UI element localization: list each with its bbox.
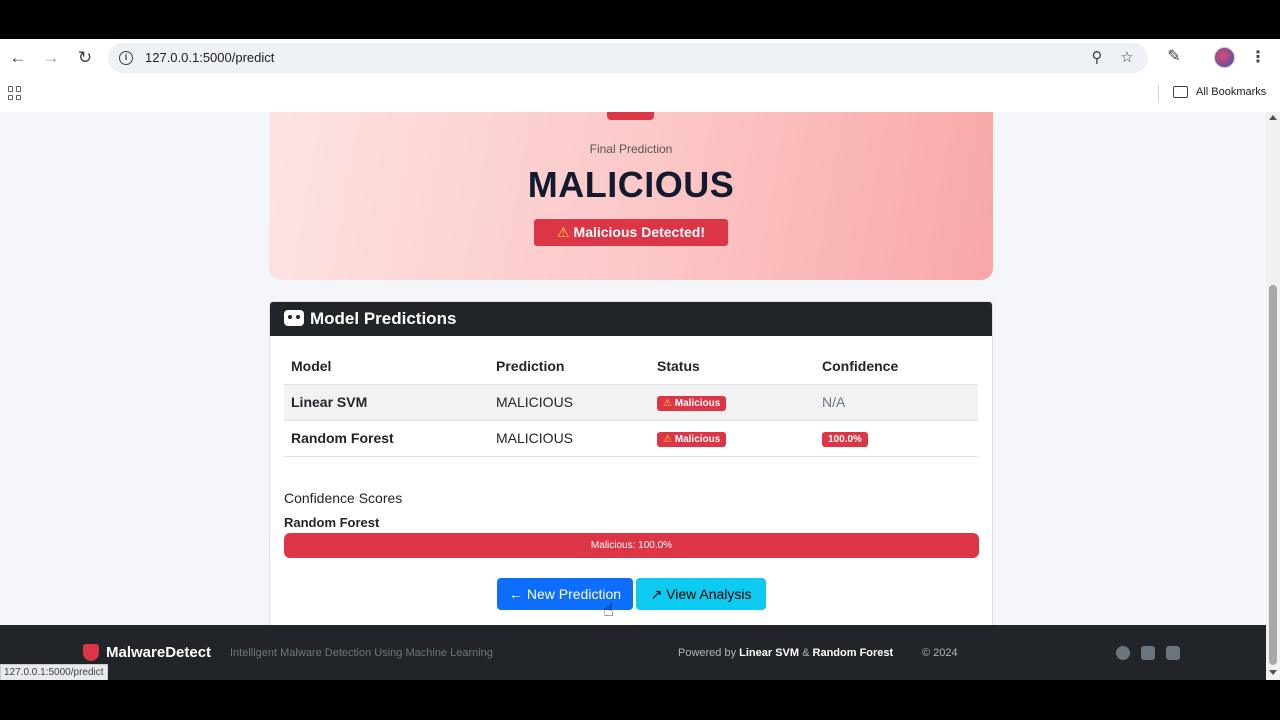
all-bookmarks-label[interactable]: All Bookmarks bbox=[1196, 86, 1266, 98]
twitter-icon[interactable] bbox=[1141, 646, 1155, 660]
address-row: ← → ↻ i 127.0.0.1:5000/predict ⚲ ☆ ✎ ⋮ bbox=[0, 39, 1280, 77]
powered-by-text: Powered by Linear SVM & Random Forest bbox=[678, 647, 893, 659]
arrow-left-icon: ← bbox=[508, 586, 523, 602]
confidence-badge: 100.0% bbox=[822, 432, 868, 447]
column-header-confidence: Confidence bbox=[815, 349, 978, 385]
screen-bottom-border bbox=[0, 680, 1280, 720]
shield-icon bbox=[607, 112, 654, 120]
status-text: Malicious bbox=[674, 398, 721, 409]
shield-icon bbox=[83, 644, 99, 661]
card-header: Model Predictions bbox=[270, 302, 992, 336]
progress-fill: Malicious: 100.0% bbox=[284, 533, 979, 558]
model-name: Linear SVM bbox=[284, 384, 489, 421]
model-prediction: MALICIOUS bbox=[489, 420, 650, 457]
scroll-thumb[interactable] bbox=[1269, 285, 1277, 665]
status-cell: ⚠ Malicious bbox=[650, 384, 815, 421]
bookmarks-bar: All Bookmarks bbox=[0, 77, 1280, 112]
back-arrow-icon[interactable]: ← bbox=[8, 48, 28, 68]
confidence-value: N/A bbox=[815, 384, 978, 421]
status-badge: ⚠ Malicious bbox=[657, 432, 727, 447]
folder-icon[interactable] bbox=[1173, 86, 1188, 98]
column-header-prediction: Prediction bbox=[489, 349, 650, 385]
address-bar[interactable]: i 127.0.0.1:5000/predict ⚲ ☆ bbox=[108, 43, 1148, 73]
confidence-progress-bar: Malicious: 100.0% bbox=[284, 533, 979, 558]
table-row: Random Forest MALICIOUS ⚠ Malicious 100.… bbox=[284, 420, 978, 457]
status-badge: ⚠ Malicious bbox=[657, 396, 727, 411]
confidence-model-label: Random Forest bbox=[284, 515, 380, 530]
browser-chrome: ← → ↻ i 127.0.0.1:5000/predict ⚲ ☆ ✎ ⋮ A… bbox=[0, 39, 1280, 112]
malicious-alert-badge: ⚠ Malicious Detected! bbox=[534, 219, 728, 246]
github-icon[interactable] bbox=[1116, 646, 1130, 660]
model-prediction: MALICIOUS bbox=[489, 384, 650, 421]
confidence-scores-title: Confidence Scores bbox=[284, 490, 403, 506]
reload-icon[interactable]: ↻ bbox=[75, 48, 95, 68]
table-row: Linear SVM MALICIOUS ⚠ Malicious N/A bbox=[284, 384, 978, 421]
view-analysis-button[interactable]: ↗ View Analysis bbox=[636, 578, 766, 610]
apps-icon[interactable] bbox=[8, 86, 22, 100]
menu-icon[interactable]: ⋮ bbox=[1250, 48, 1266, 68]
footer-brand[interactable]: MalwareDetect bbox=[106, 644, 211, 661]
star-icon[interactable]: ☆ bbox=[1118, 49, 1136, 67]
chart-line-icon: ↗ bbox=[650, 586, 663, 602]
page-scrollbar[interactable] bbox=[1266, 112, 1280, 680]
zoom-icon[interactable]: ⚲ bbox=[1088, 49, 1106, 67]
forward-arrow-icon[interactable]: → bbox=[41, 48, 61, 68]
page-viewport: Final Prediction MALICIOUS ⚠ Malicious De… bbox=[0, 112, 1266, 680]
predictions-table: Model Prediction Status Confidence Linea… bbox=[284, 349, 978, 457]
status-text: Malicious bbox=[674, 434, 721, 445]
robot-icon bbox=[284, 310, 304, 326]
column-header-status: Status bbox=[650, 349, 815, 385]
status-bar-url: 127.0.0.1:5000/predict bbox=[0, 664, 108, 681]
view-analysis-label: View Analysis bbox=[666, 586, 752, 602]
copyright-text: © 2024 bbox=[922, 647, 958, 659]
powered-model-b: Random Forest bbox=[812, 647, 894, 659]
screen-top-border bbox=[0, 0, 1280, 39]
model-predictions-card: Model Predictions Model Prediction Statu… bbox=[269, 301, 993, 631]
status-cell: ⚠ Malicious bbox=[650, 420, 815, 457]
scroll-up-arrow-icon[interactable] bbox=[1269, 115, 1277, 120]
url-text[interactable]: 127.0.0.1:5000/predict bbox=[145, 50, 274, 65]
final-prediction-label: Final Prediction bbox=[589, 142, 673, 156]
final-prediction-value: MALICIOUS bbox=[527, 164, 735, 205]
alert-text: Malicious Detected! bbox=[573, 224, 706, 240]
model-name: Random Forest bbox=[284, 420, 489, 457]
info-icon[interactable]: i bbox=[119, 51, 133, 65]
powered-model-a: Linear SVM bbox=[739, 647, 800, 659]
extensions-icon[interactable]: ✎ bbox=[1165, 48, 1183, 66]
site-footer: MalwareDetect Intelligent Malware Detect… bbox=[0, 625, 1266, 680]
warning-icon: ⚠ bbox=[556, 224, 570, 240]
powered-prefix: Powered by bbox=[678, 647, 737, 659]
footer-tagline: Intelligent Malware Detection Using Mach… bbox=[230, 647, 493, 659]
mouse-cursor: ☝ bbox=[603, 600, 614, 620]
card-title: Model Predictions bbox=[310, 309, 457, 328]
powered-amp: & bbox=[802, 647, 810, 659]
column-header-model: Model bbox=[284, 349, 489, 385]
table-header-row: Model Prediction Status Confidence bbox=[284, 349, 978, 385]
warning-icon: ⚠ bbox=[663, 398, 672, 409]
warning-icon: ⚠ bbox=[663, 434, 672, 445]
avatar[interactable] bbox=[1214, 47, 1235, 68]
confidence-cell: 100.0% bbox=[815, 420, 978, 457]
bookmarks-divider bbox=[1158, 85, 1159, 103]
scroll-down-arrow-icon[interactable] bbox=[1269, 670, 1277, 675]
linkedin-icon[interactable] bbox=[1166, 646, 1180, 660]
final-prediction-panel: Final Prediction MALICIOUS ⚠ Malicious De… bbox=[269, 112, 993, 280]
